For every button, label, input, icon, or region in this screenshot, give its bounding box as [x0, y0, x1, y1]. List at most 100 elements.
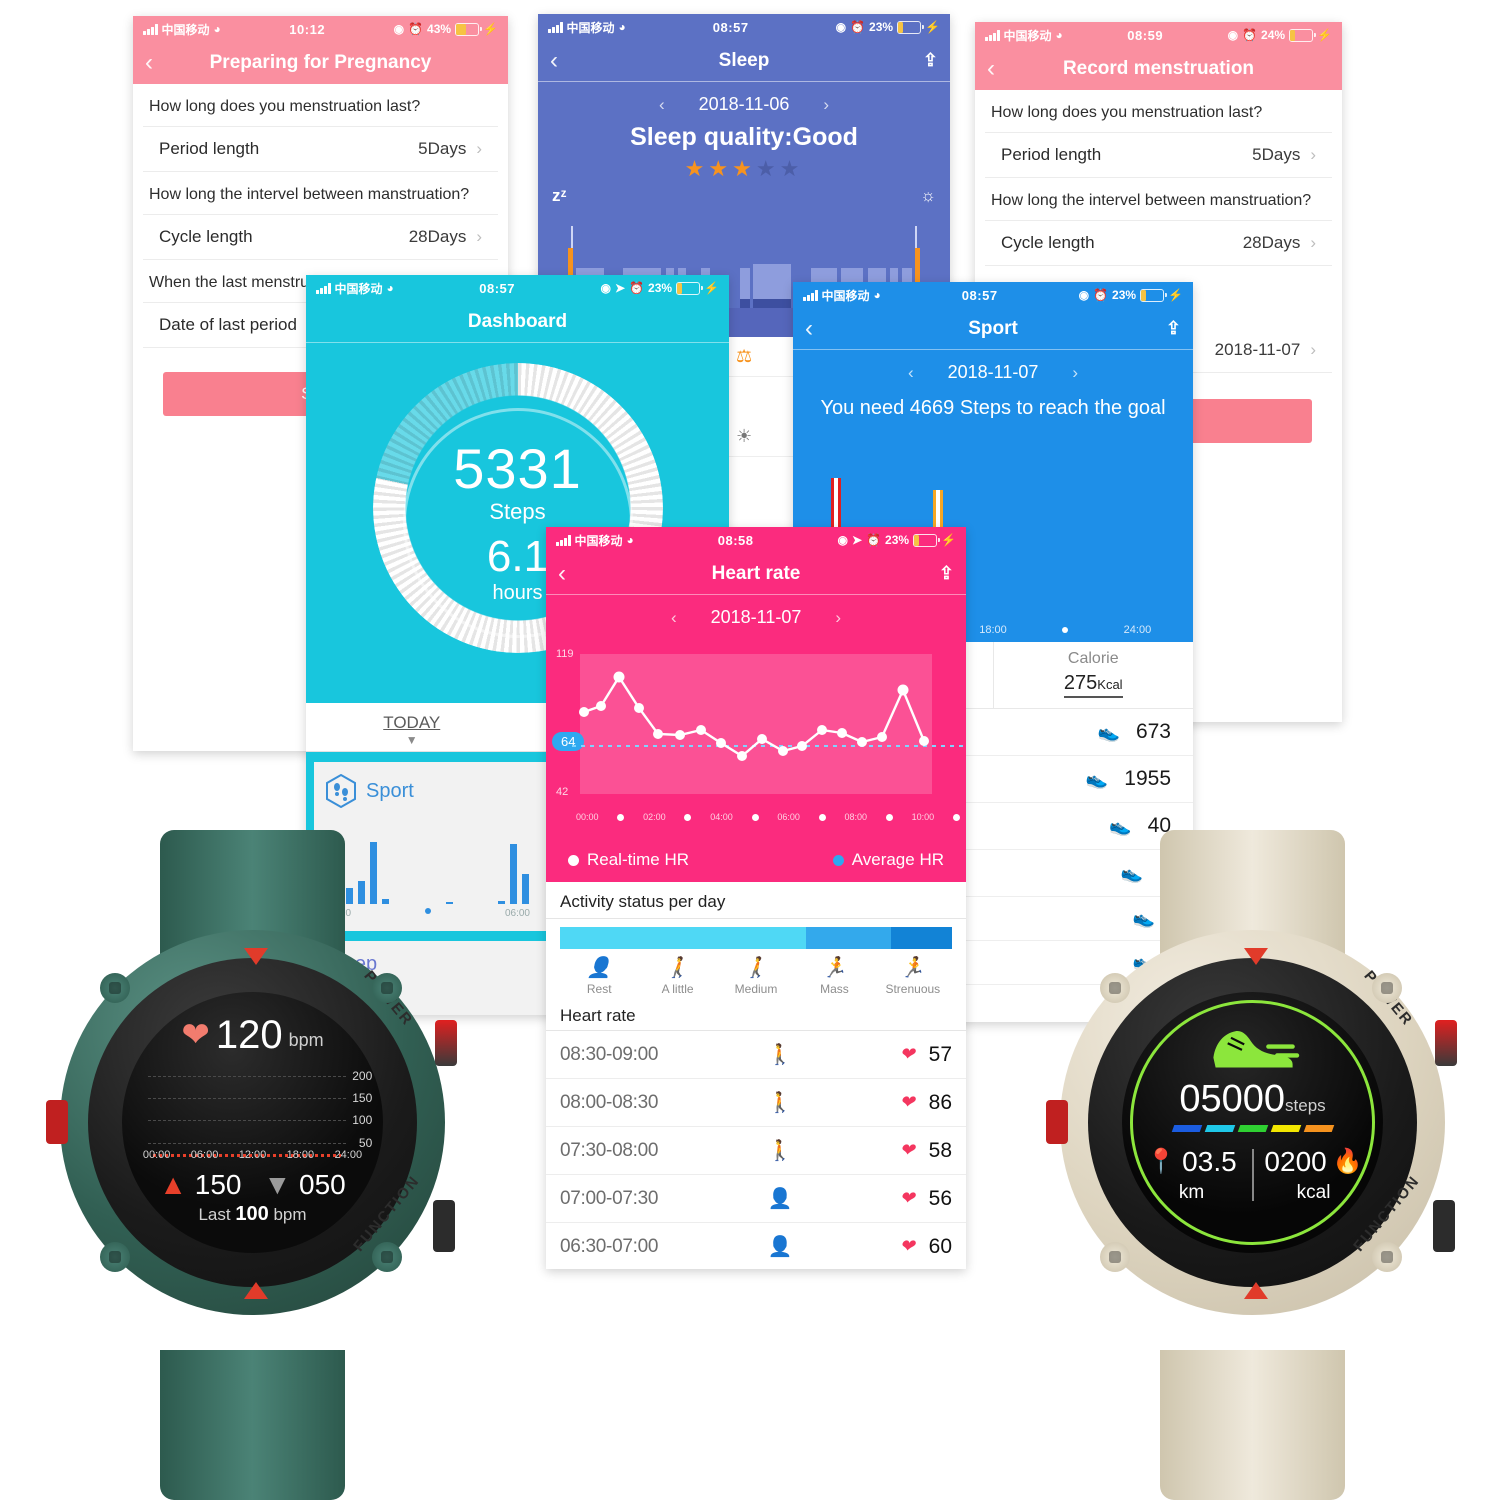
steps-unit: steps — [1285, 1096, 1326, 1116]
wifi-icon: ◕ — [873, 288, 881, 302]
signal-bars-icon — [556, 534, 571, 546]
power-button[interactable] — [1435, 1020, 1457, 1066]
share-icon[interactable]: ⇪ — [926, 563, 954, 584]
last-unit: bpm — [273, 1205, 307, 1225]
steps-value: 05000 — [1179, 1078, 1286, 1121]
steps-readout: 05000steps — [1122, 1078, 1383, 1121]
status-bar: 中国移动 ◕ 08:57 ◉ ➤ ⏰ 23% ⚡ — [306, 275, 729, 301]
alarm-icon: ⏰ — [1242, 28, 1258, 42]
function-button[interactable] — [433, 1200, 455, 1252]
hours-label: hours — [492, 581, 543, 604]
prev-day-icon[interactable]: ‹ — [671, 608, 677, 628]
calorie-value-wrap: 275Kcal — [1063, 672, 1123, 698]
wifi-icon: ◕ — [618, 20, 626, 34]
back-icon[interactable]: ‹ — [550, 47, 578, 75]
calorie-value: 275 — [1063, 672, 1098, 694]
function-button[interactable] — [1433, 1200, 1455, 1252]
row-cycle-length[interactable]: Cycle length 28Days › — [985, 220, 1332, 266]
battery-icon — [676, 281, 704, 295]
clock-label: 08:59 — [1127, 27, 1164, 43]
next-day-icon[interactable]: › — [823, 95, 829, 115]
row-cycle-length[interactable]: Cycle length 28Days › — [143, 214, 498, 260]
goal-text: You need 4669 Steps to reach the goal — [820, 397, 1166, 419]
sun-icon: ☀ — [735, 426, 753, 446]
battery-percent: 23% — [1112, 288, 1137, 302]
axis-tick: 04:00 — [710, 812, 733, 822]
legend-realtime-label: Real-time HR — [587, 850, 690, 869]
caret-down-icon: ▼ — [405, 733, 418, 747]
person-walking-icon: 🚶 — [767, 1092, 793, 1114]
clock-label: 08:57 — [961, 287, 998, 303]
legend-average-label: Average HR — [851, 850, 944, 869]
status-bar: 中国移动 ◕ 08:59 ◉ ⏰ 24% ⚡ — [975, 22, 1342, 48]
x-label: 00:00 — [142, 1148, 171, 1161]
progress-segments — [1122, 1125, 1383, 1133]
watch-face-heart-rate: ❤ 120 bpm 200 150 100 50 00:00 06:00 12:… — [122, 992, 383, 1253]
watch-strap-bottom — [1160, 1350, 1345, 1500]
legend-average: Average HR — [832, 850, 944, 870]
level-rest: 👤 Rest — [560, 955, 638, 996]
page-title: Heart rate — [711, 562, 801, 584]
steps-value: 5331 — [453, 437, 582, 501]
back-icon[interactable]: ‹ — [558, 560, 586, 588]
x-label: 12:00 — [238, 1148, 267, 1161]
share-icon[interactable]: ⇪ — [910, 50, 938, 71]
location-icon: ◉ — [393, 22, 405, 36]
person-walking-icon: 🚶 — [665, 957, 691, 979]
date-selector[interactable]: ‹ 2018-11-07 › — [793, 350, 1193, 387]
carrier-label: 中国移动 — [821, 288, 870, 303]
side-button-left[interactable] — [46, 1100, 68, 1144]
status-bar: 中国移动 ◕ 10:12 ◉ ⏰ 43% ⚡ — [133, 16, 508, 42]
watch-screen-right[interactable]: 05000steps 📍 03.5 km 0200 🔥 kcal — [1122, 992, 1383, 1253]
card-sport-title: Sport — [366, 779, 414, 802]
row-period-length[interactable]: Period length 5Days › — [143, 126, 498, 172]
nav-bar: ‹ Sleep ⇪ — [538, 40, 950, 82]
share-icon[interactable]: ⇪ — [1153, 318, 1181, 339]
watch-screen-left[interactable]: ❤ 120 bpm 200 150 100 50 00:00 06:00 12:… — [122, 992, 383, 1253]
date-label: 2018-11-06 — [698, 94, 790, 114]
hr-value-cell: ❤ 57 — [860, 1043, 952, 1067]
person-walking-fast-icon: 🚶 — [743, 957, 769, 979]
legend-dot-white — [568, 854, 579, 866]
calories-value: 0200 — [1264, 1145, 1327, 1177]
row-period-length[interactable]: Period length 5Days › — [985, 132, 1332, 178]
power-button[interactable] — [435, 1020, 457, 1066]
page-title: Dashboard — [467, 310, 568, 332]
back-icon[interactable]: ‹ — [145, 49, 173, 77]
level-label: Rest — [586, 982, 612, 996]
back-icon[interactable]: ‹ — [987, 55, 1015, 83]
sleep-start-icon: zᶻ — [552, 186, 567, 205]
hr-table-row: 08:30-09:00 🚶 ❤ 57 — [546, 1031, 966, 1079]
alarm-icon: ⏰ — [866, 533, 882, 547]
segment-blue — [1171, 1125, 1202, 1133]
tab-today[interactable]: TODAY ▼ — [306, 703, 518, 751]
smartwatch-left: POWER FUNCTION ❤ 120 bpm 200 150 100 50 — [40, 830, 460, 1500]
back-icon[interactable]: ‹ — [805, 315, 833, 343]
smartwatch-right: POWER FUNCTION 05000steps — [1040, 830, 1460, 1500]
next-day-icon[interactable]: › — [1072, 363, 1078, 383]
prev-day-icon[interactable]: ‹ — [659, 95, 665, 115]
location-icon: ◉ — [837, 533, 848, 547]
heart-rate-readout: ❤ 120 bpm — [122, 1013, 383, 1058]
next-day-icon[interactable]: › — [835, 608, 841, 628]
prev-day-icon[interactable]: ‹ — [908, 363, 914, 383]
hr-legend: Real-time HR Average HR — [546, 846, 966, 882]
calories-unit: kcal — [1296, 1181, 1331, 1203]
charging-icon: ⚡ — [925, 20, 940, 34]
carrier-label: 中国移动 — [574, 533, 623, 548]
y-label: 150 — [352, 1090, 373, 1105]
level-medium: 🚶 Medium — [717, 955, 795, 996]
side-button-left[interactable] — [1046, 1100, 1068, 1144]
date-selector[interactable]: ‹ 2018-11-06 › — [538, 82, 950, 119]
heart-rate-chart: 119 42 64 00:00 02:00 04:00 06:00 08:00 … — [546, 636, 966, 846]
battery-percent: 43% — [427, 22, 452, 36]
date-selector[interactable]: ‹ 2018-11-07 › — [546, 595, 966, 632]
carrier-label: 中国移动 — [161, 22, 210, 37]
person-walking-icon: 🚶 — [767, 1140, 793, 1162]
hr-table-row: 06:30-07:00 👤 ❤ 60 — [546, 1223, 966, 1269]
hr-time: 08:00-08:30 — [560, 1091, 659, 1113]
axis-tick: 06:00 — [777, 812, 800, 822]
battery-icon — [1140, 288, 1168, 302]
y-label: 100 — [352, 1113, 373, 1128]
running-shoe-icon — [1212, 1031, 1299, 1068]
